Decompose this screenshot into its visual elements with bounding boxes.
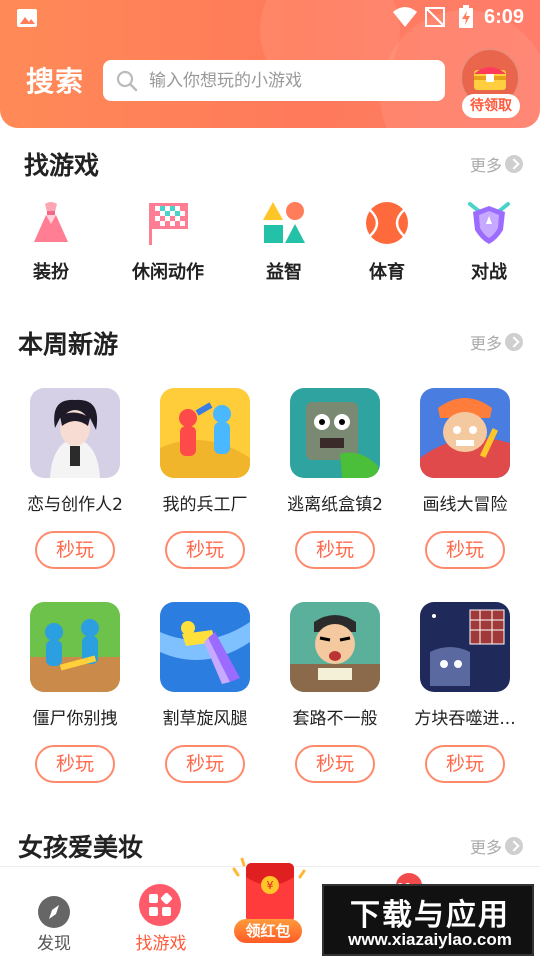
- no-signal-icon: [425, 7, 445, 27]
- game-card[interactable]: 割草旋风腿 秒玩: [140, 602, 270, 783]
- instant-play-button[interactable]: 秒玩: [165, 745, 245, 783]
- nav-item-find-games[interactable]: 找游戏: [116, 867, 206, 960]
- instant-play-button[interactable]: 秒玩: [425, 745, 505, 783]
- nav-item-red-envelope[interactable]: ¥ 领红包: [228, 853, 312, 953]
- category-label: 对战: [471, 262, 507, 283]
- instant-play-button[interactable]: 秒玩: [425, 531, 505, 569]
- game-name: 僵尸你别拽: [32, 709, 118, 729]
- header-banner: 6:09 搜索 待领取: [0, 0, 540, 128]
- more-link-weekly-new[interactable]: 更多: [470, 330, 524, 354]
- section-title-girls-makeup: 女孩爱美妆: [18, 833, 144, 862]
- game-name: 割草旋风腿: [162, 709, 248, 729]
- more-link-girls-makeup[interactable]: 更多: [470, 834, 524, 858]
- category-label: 装扮: [33, 262, 69, 283]
- search-bar[interactable]: [103, 60, 445, 101]
- category-battle[interactable]: 对战: [444, 200, 534, 284]
- more-label: 更多: [470, 838, 503, 857]
- more-link-find-games[interactable]: 更多: [470, 152, 524, 176]
- category-sports[interactable]: 体育: [342, 200, 432, 284]
- svg-text:¥: ¥: [267, 879, 274, 892]
- compass-icon: [38, 896, 70, 928]
- game-card[interactable]: 逃离纸盒镇2 秒玩: [270, 388, 400, 569]
- game-card[interactable]: 僵尸你别拽 秒玩: [10, 602, 140, 783]
- chevron-right-icon: [505, 155, 524, 173]
- game-thumbnail: [160, 388, 250, 478]
- reward-badge: 待领取: [462, 94, 520, 118]
- watermark-url: www.xiazaiylao.com: [348, 930, 512, 949]
- game-name: 逃离纸盒镇2: [287, 495, 383, 515]
- gallery-icon: [17, 9, 37, 27]
- dress-up-icon: [34, 202, 68, 242]
- section-title-weekly-new: 本周新游: [18, 330, 119, 359]
- instant-play-button[interactable]: 秒玩: [295, 531, 375, 569]
- instant-play-button[interactable]: 秒玩: [295, 745, 375, 783]
- category-puzzle[interactable]: 益智: [239, 200, 329, 284]
- nav-label: 找游戏: [135, 934, 187, 954]
- game-name: 画线大冒险: [422, 495, 508, 515]
- status-bar: 6:09: [0, 0, 540, 36]
- watermark-overlay: 下载与应用 www.xiazaiylao.com: [322, 884, 534, 956]
- game-thumbnail: [30, 602, 120, 692]
- game-card[interactable]: 我的兵工厂 秒玩: [140, 388, 270, 569]
- category-dress-up[interactable]: 装扮: [6, 200, 96, 284]
- game-card[interactable]: 套路不一般 秒玩: [270, 602, 400, 783]
- nav-item-discover[interactable]: 发现: [9, 867, 99, 960]
- search-input[interactable]: [149, 60, 434, 101]
- instant-play-button[interactable]: 秒玩: [165, 531, 245, 569]
- battle-shield-icon: [468, 202, 510, 244]
- watermark-main: 下载与应用: [350, 898, 510, 933]
- category-label: 益智: [266, 262, 302, 283]
- treasure-chest-icon: [474, 67, 506, 90]
- status-time: 6:09: [484, 6, 525, 28]
- game-thumbnail: [420, 602, 510, 692]
- game-thumbnail: [160, 602, 250, 692]
- red-envelope-label: 领红包: [234, 919, 302, 943]
- category-label: 休闲动作: [132, 262, 204, 283]
- game-name: 套路不一般: [292, 709, 378, 729]
- battery-charging-icon: [459, 5, 473, 28]
- game-thumbnail: [290, 388, 380, 478]
- game-card[interactable]: 画线大冒险 秒玩: [400, 388, 530, 569]
- category-label: 体育: [369, 262, 405, 283]
- checkered-flag-icon: [149, 203, 188, 245]
- game-thumbnail: [420, 388, 510, 478]
- instant-play-button[interactable]: 秒玩: [35, 531, 115, 569]
- search-title: 搜索: [26, 65, 85, 98]
- more-label: 更多: [470, 334, 503, 353]
- category-casual-action[interactable]: 休闲动作: [123, 200, 213, 284]
- reward-chest-button[interactable]: 待领取: [460, 48, 520, 118]
- game-name: 恋与创作人2: [27, 495, 123, 515]
- tennis-ball-icon: [366, 202, 408, 244]
- game-thumbnail: [30, 388, 120, 478]
- game-thumbnail: [290, 602, 380, 692]
- nav-label: 发现: [37, 934, 71, 954]
- more-label: 更多: [470, 156, 503, 175]
- chevron-right-icon: [505, 333, 524, 351]
- wifi-icon: [393, 7, 417, 27]
- search-icon: [116, 70, 138, 92]
- game-card[interactable]: 恋与创作人2 秒玩: [10, 388, 140, 569]
- game-name: 我的兵工厂: [162, 495, 248, 515]
- instant-play-button[interactable]: 秒玩: [35, 745, 115, 783]
- game-card[interactable]: 方块吞噬进... 秒玩: [400, 602, 530, 783]
- section-title-find-games: 找游戏: [24, 151, 100, 180]
- game-name: 方块吞噬进...: [414, 709, 516, 729]
- game-grid-icon: [139, 884, 181, 926]
- shapes-puzzle-icon: [263, 202, 305, 243]
- chevron-right-icon: [505, 837, 524, 855]
